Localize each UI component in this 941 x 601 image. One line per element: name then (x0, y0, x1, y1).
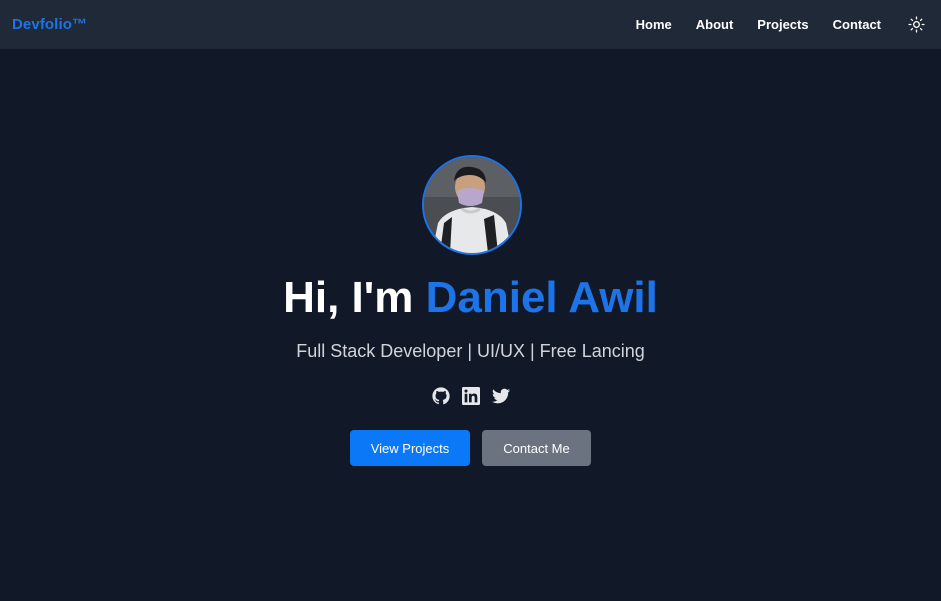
hero-name: Daniel Awil (425, 273, 658, 322)
nav-about-link[interactable]: About (696, 17, 734, 32)
nav-home-link[interactable]: Home (636, 17, 672, 32)
nav-projects-link[interactable]: Projects (757, 17, 808, 32)
nav-contact-link[interactable]: Contact (833, 17, 881, 32)
nav-links: Home About Projects Contact (636, 0, 881, 49)
view-projects-button[interactable]: View Projects (350, 430, 470, 466)
hero-headline: Hi, I'm Daniel Awil (0, 273, 941, 323)
social-links (0, 387, 941, 405)
github-icon[interactable] (431, 387, 450, 405)
greeting-text: Hi, I'm (283, 273, 414, 322)
profile-photo (424, 157, 520, 253)
sun-icon[interactable] (908, 16, 925, 33)
twitter-icon[interactable] (491, 387, 510, 405)
linkedin-icon[interactable] (461, 387, 480, 405)
hero-section: Hi, I'm Daniel Awil Full Stack Developer… (0, 49, 941, 601)
hero-actions: View Projects Contact Me (0, 430, 941, 466)
navbar: Devfolio™ Home About Projects Contact (0, 0, 941, 49)
avatar (422, 155, 522, 255)
contact-me-button[interactable]: Contact Me (482, 430, 591, 466)
hero-tagline: Full Stack Developer | UI/UX | Free Lanc… (296, 341, 645, 361)
brand-logo[interactable]: Devfolio™ (12, 16, 87, 33)
